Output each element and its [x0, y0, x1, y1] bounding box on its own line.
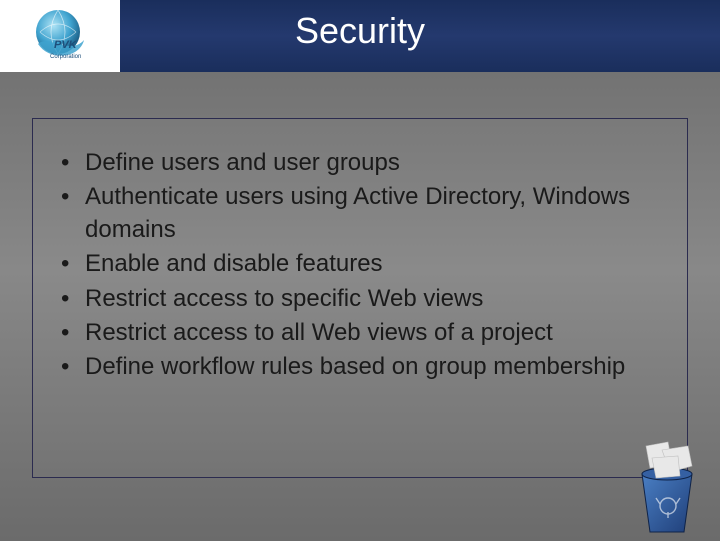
svg-text:Corporation: Corporation [50, 54, 81, 60]
list-item: Enable and disable features [49, 248, 671, 280]
list-item: Define workflow rules based on group mem… [49, 351, 671, 383]
slide-title: Security [0, 10, 720, 52]
list-item: Define users and user groups [49, 147, 671, 179]
bullet-list: Define users and user groups Authenticat… [49, 147, 671, 384]
recycle-bin-icon [622, 436, 712, 536]
list-item: Restrict access to specific Web views [49, 283, 671, 315]
content-frame: Define users and user groups Authenticat… [32, 118, 688, 478]
list-item: Authenticate users using Active Director… [49, 181, 671, 246]
list-item: Restrict access to all Web views of a pr… [49, 317, 671, 349]
